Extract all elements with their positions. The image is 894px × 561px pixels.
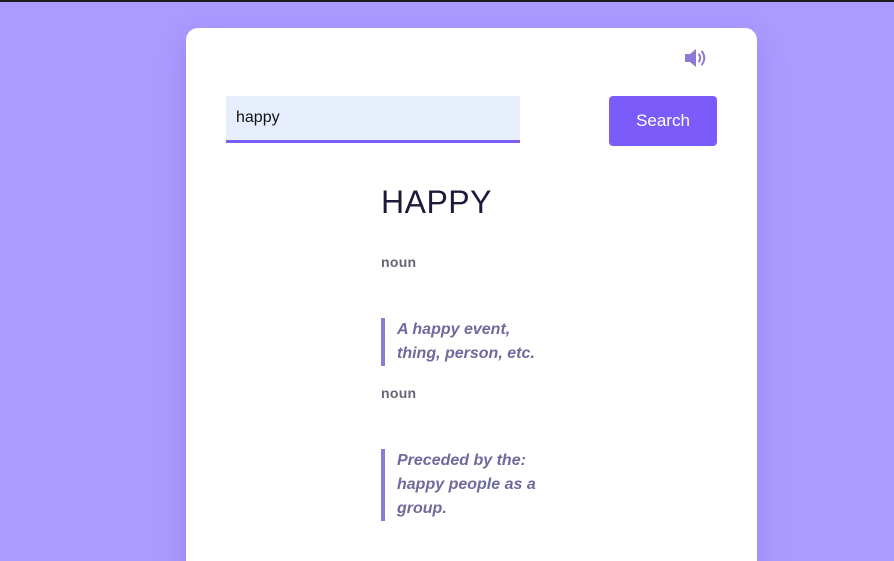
definition: Preceded by the: happy people as a group…	[381, 449, 557, 521]
definition: A happy event, thing, person, etc.	[381, 318, 557, 366]
search-button[interactable]: Search	[609, 96, 717, 146]
part-of-speech: noun	[381, 254, 417, 270]
search-input[interactable]	[226, 96, 520, 143]
dictionary-card: Search HAPPY noun A happy event, thing, …	[186, 28, 757, 561]
word-result: HAPPY noun A happy event, thing, person,…	[381, 182, 581, 521]
word-title: HAPPY	[381, 184, 492, 220]
part-of-speech: noun	[381, 385, 417, 401]
speaker-icon[interactable]	[683, 46, 709, 70]
